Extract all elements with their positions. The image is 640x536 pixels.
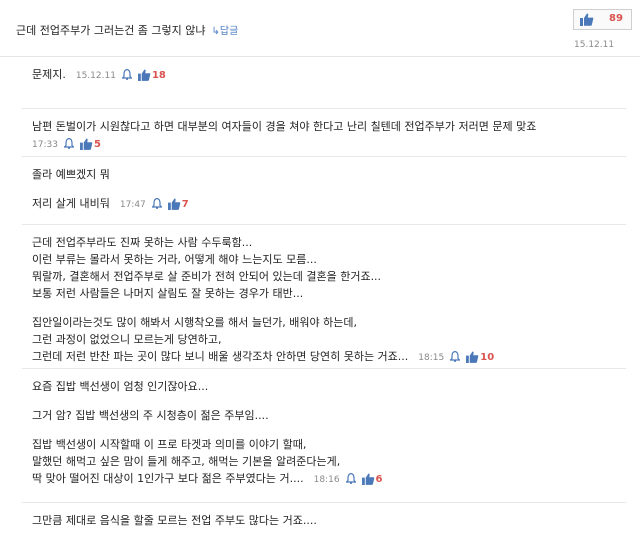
like-count: 5 — [93, 139, 101, 150]
like-count: 18 — [151, 70, 166, 81]
reply-item: 요즘 집밥 백선생이 엄청 인기잖아요... 그거 암? 집밥 백선생의 주 시… — [22, 369, 626, 503]
reply-text: 남편 돈벌이가 시원찮다고 하면 대부분의 여자들이 경을 쳐야 한다고 난리 … — [32, 120, 537, 133]
reply-date: 15.12.11 — [75, 71, 116, 81]
reply-text: 요즘 집밥 백선생이 엄청 인기잖아요... — [32, 380, 209, 393]
reply-date: 17:33 — [32, 140, 58, 150]
reply-date: 18:16 — [313, 475, 340, 485]
bell-icon[interactable] — [120, 68, 133, 85]
thumbs-up-icon[interactable] — [137, 69, 151, 86]
reply-text: 근데 전업주부라도 진짜 못하는 사람 수두룩함... — [32, 236, 253, 249]
thumbs-up-icon[interactable] — [167, 198, 181, 215]
reply-item: 졸라 예쁘겠지 뭐 저리 살게 내비둬 17:47 7 — [22, 157, 626, 225]
bell-icon[interactable] — [150, 197, 163, 214]
bell-icon[interactable] — [449, 350, 462, 367]
reply-text: 문제지. — [32, 68, 66, 81]
reply-text: 뭐랄까, 결혼해서 전업주부로 살 준비가 전혀 안되어 있는데 결혼을 한거죠… — [32, 270, 382, 283]
top-comment-text: 근데 전업주부가 그러는건 좀 그렇지 않냐 ↳답글 — [16, 22, 238, 38]
reply-item: 근데 전업주부라도 진짜 못하는 사람 수두룩함... 이런 부류는 몰라서 못… — [22, 225, 626, 369]
like-count: 7 — [181, 199, 189, 210]
reply-text: 저리 살게 내비둬 — [32, 197, 110, 210]
top-comment-date: 15.12.11 — [574, 40, 615, 50]
reply-text: 이런 부류는 몰라서 못하는 거라, 어떻게 해야 느는지도 모름... — [32, 253, 317, 266]
top-comment: 근데 전업주부가 그러는건 좀 그렇지 않냐 ↳답글 89 15.12.11 — [0, 0, 640, 57]
bell-icon[interactable] — [62, 137, 75, 154]
thumbs-up-icon[interactable] — [361, 473, 375, 490]
reply-text: 그런데 저런 반찬 파는 곳이 많다 보니 배울 생각조차 안하면 당연히 못하… — [32, 350, 409, 363]
reply-text: 보통 저런 사람들은 나머지 살림도 잘 못하는 경우가 태반... — [32, 287, 304, 300]
top-comment-body: 근데 전업주부가 그러는건 좀 그렇지 않냐 — [16, 24, 206, 37]
reply-text: 졸라 예쁘겠지 뭐 — [32, 168, 110, 181]
thumbs-up-icon — [580, 13, 594, 29]
top-like-count: 89 — [609, 13, 623, 24]
reply-text: 딱 맞아 떨어진 대상이 1인가구 보다 젊은 주부였다는 거.... — [32, 472, 304, 485]
reply-item: 남편 돈벌이가 시원찮다고 하면 대부분의 여자들이 경을 쳐야 한다고 난리 … — [22, 109, 626, 157]
reply-item: 그만큼 제대로 음식을 할줄 모르는 전업 주부도 많다는 거죠.... — [22, 503, 626, 536]
reply-date: 17:47 — [119, 200, 146, 210]
reply-text: 그만큼 제대로 음식을 할줄 모르는 전업 주부도 많다는 거죠.... — [32, 514, 317, 527]
reply-link[interactable]: ↳답글 — [212, 26, 239, 37]
thumbs-up-icon[interactable] — [466, 351, 479, 368]
reply-item: 문제지. 15.12.11 18 — [22, 57, 626, 109]
thumbs-up-icon[interactable] — [79, 138, 93, 155]
reply-text: 말했던 해먹고 싶은 맘이 들게 해주고, 해먹는 기본을 알려준다는게, — [32, 455, 341, 468]
reply-text: 집안일이라는것도 많이 해봐서 시행착오를 해서 늘던가, 배워야 하는데, — [32, 316, 357, 329]
reply-text: 집밥 백선생이 시작할때 이 프로 타겟과 의미를 이야기 할때, — [32, 438, 307, 451]
top-like-button[interactable]: 89 — [573, 9, 632, 30]
bell-icon[interactable] — [344, 472, 357, 489]
like-count: 6 — [375, 474, 383, 485]
reply-text: 그런 과정이 없었으니 모르는게 당연하고, — [32, 333, 222, 346]
like-count: 10 — [480, 352, 495, 363]
reply-date: 18:15 — [418, 353, 445, 363]
reply-text: 그거 암? 집밥 백선생의 주 시청층이 젊은 주부임.... — [32, 409, 269, 422]
